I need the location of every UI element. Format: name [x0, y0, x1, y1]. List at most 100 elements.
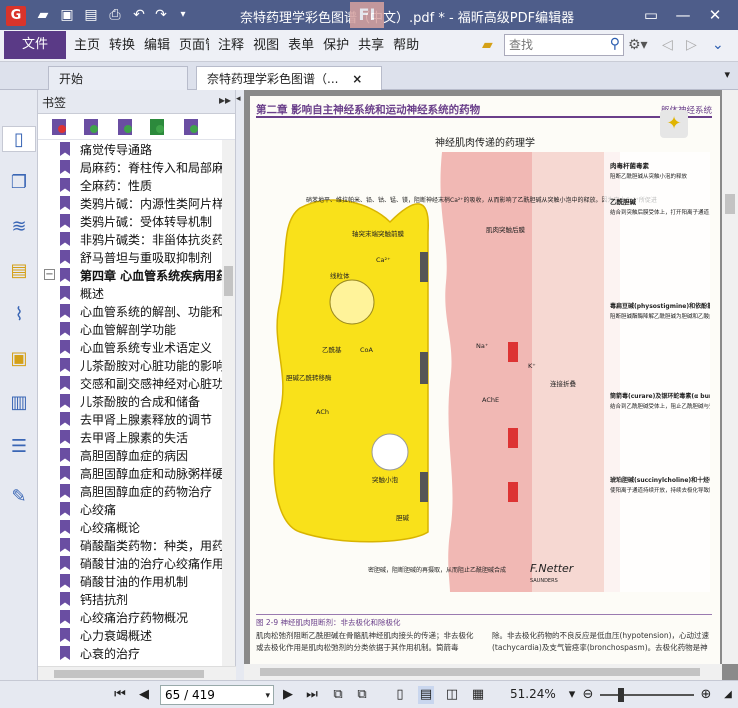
content-icon[interactable]: ☰: [6, 434, 32, 460]
add-bookmark-icon[interactable]: [84, 119, 98, 135]
bookmark-item[interactable]: 心绞痛概论: [38, 518, 223, 536]
minimize-icon[interactable]: —: [672, 4, 694, 26]
zoom-dropdown-icon[interactable]: ▾: [564, 686, 580, 704]
bookmark-item[interactable]: 硝酸酯类药物：种类，用药: [38, 536, 223, 554]
bookmark-item[interactable]: 硝酸甘油的作用机制: [38, 572, 223, 590]
document-hscroll-thumb[interactable]: [260, 668, 700, 676]
bookmark-hscroll-thumb[interactable]: [54, 670, 204, 678]
bookmark-item[interactable]: 心绞痛治疗药物概况: [38, 608, 223, 626]
search-icon[interactable]: ⚲: [610, 36, 620, 52]
first-page-icon[interactable]: ⏮: [112, 686, 128, 704]
continuous-view-icon[interactable]: ▤: [418, 686, 434, 704]
bookmark-item[interactable]: 类鸦片碱：内源性类阿片样: [38, 194, 223, 212]
save-icon[interactable]: ▣: [58, 6, 76, 24]
zoom-in-icon[interactable]: ⊕: [698, 686, 714, 704]
save-as-icon[interactable]: ▤: [82, 6, 100, 24]
bookmark-item[interactable]: 类鸦片碱：受体转导机制: [38, 212, 223, 230]
next-page-icon[interactable]: ▶: [280, 686, 296, 704]
bookmark-item[interactable]: 心绞痛: [38, 500, 223, 518]
layers-icon[interactable]: ≋: [6, 214, 32, 240]
bookmark-item[interactable]: 心血管系统专业术语定义: [38, 338, 223, 356]
two-page-continuous-icon[interactable]: ▦: [470, 686, 486, 704]
delete-bookmark-icon[interactable]: [52, 119, 66, 135]
bookmark-item[interactable]: − 第四章 心血管系统疾病用药: [38, 266, 223, 284]
bookmark-item[interactable]: 钙拮抗剂: [38, 590, 223, 608]
zoom-out-icon[interactable]: ⊖: [580, 686, 596, 704]
bookmark-panel-icon[interactable]: ▯: [2, 126, 36, 152]
bookmark-item[interactable]: 心衰的治疗: [38, 644, 223, 660]
menu-home[interactable]: 主页: [74, 30, 100, 62]
menu-protect[interactable]: 保护: [323, 30, 349, 62]
bookmark-expand-icon[interactable]: −: [44, 269, 55, 280]
document-horizontal-scrollbar[interactable]: [244, 664, 722, 680]
bookmark-vertical-scrollbar[interactable]: [222, 140, 235, 666]
expand-bookmark-icon[interactable]: [118, 119, 132, 135]
panel-splitter[interactable]: ◂: [236, 90, 244, 680]
nav-back-icon[interactable]: ◁: [662, 37, 673, 53]
bookmark-item[interactable]: 硝酸甘油的治疗心绞痛作用: [38, 554, 223, 572]
bookmark-item[interactable]: 儿茶酚胺的合成和储备: [38, 392, 223, 410]
bookmark-item[interactable]: 心血管系统的解剖、功能和: [38, 302, 223, 320]
bookmark-item[interactable]: 全麻药：性质: [38, 176, 223, 194]
menu-form[interactable]: 表单: [288, 30, 314, 62]
bookmark-options-icon[interactable]: [184, 119, 198, 135]
tab-list-dropdown-icon[interactable]: ▾: [724, 68, 730, 81]
nav-forward-icon[interactable]: ▷: [686, 37, 697, 53]
new-child-bookmark-icon[interactable]: [150, 119, 164, 135]
next-view-icon[interactable]: ⧉: [354, 686, 370, 704]
app-logo-icon[interactable]: G: [6, 6, 26, 26]
menu-share[interactable]: 共享: [358, 30, 384, 62]
previous-page-icon[interactable]: ◀: [136, 686, 152, 704]
undo-icon[interactable]: ↶: [130, 6, 148, 24]
menu-help[interactable]: 帮助: [393, 30, 419, 62]
attachments-icon[interactable]: ⌇: [6, 302, 32, 328]
menu-convert[interactable]: 转换: [109, 30, 135, 62]
document-properties-icon[interactable]: ▥: [6, 390, 32, 416]
customize-dropdown-icon[interactable]: ▾: [174, 6, 192, 24]
bookmark-item[interactable]: 舒马普坦与重吸取抑制剂: [38, 248, 223, 266]
bookmark-item[interactable]: 交感和副交感神经对心脏功: [38, 374, 223, 392]
bookmark-item[interactable]: 痛觉传导通路: [38, 140, 223, 158]
menu-annotate[interactable]: 注释: [218, 30, 244, 62]
menu-edit[interactable]: 编辑: [144, 30, 170, 62]
bookmark-horizontal-scrollbar[interactable]: [38, 666, 236, 680]
bookmark-item[interactable]: 儿茶酚胺对心脏功能的影响: [38, 356, 223, 374]
bookmark-item[interactable]: 高胆固醇血症的药物治疗: [38, 482, 223, 500]
bookmark-item[interactable]: 心力衰竭概述: [38, 626, 223, 644]
collapse-panel-icon[interactable]: ▸▸: [219, 93, 231, 107]
previous-view-icon[interactable]: ⧉: [330, 686, 346, 704]
page-thumbnails-icon[interactable]: ❐: [6, 170, 32, 196]
bookmark-item[interactable]: 非鸦片碱类：非甾体抗炎药: [38, 230, 223, 248]
bookmark-scroll-thumb[interactable]: [224, 266, 233, 296]
two-page-view-icon[interactable]: ◫: [444, 686, 460, 704]
file-menu-button[interactable]: 文件: [4, 31, 66, 59]
document-vertical-scrollbar[interactable]: [722, 90, 738, 664]
find-folder-icon[interactable]: ▰: [482, 37, 493, 53]
bookmark-item[interactable]: 概述: [38, 284, 223, 302]
bookmark-item[interactable]: 去甲肾上腺素释放的调节: [38, 410, 223, 428]
menu-page-manage[interactable]: 页面管理: [179, 30, 209, 62]
signature-icon[interactable]: ✎: [6, 484, 32, 510]
redo-icon[interactable]: ↷: [152, 6, 170, 24]
bookmark-item[interactable]: 高胆固醇血症的病因: [38, 446, 223, 464]
open-folder-icon[interactable]: ▰: [34, 6, 52, 24]
menu-view[interactable]: 视图: [253, 30, 279, 62]
bookmark-item[interactable]: 高胆固醇血症和动脉粥样硬: [38, 464, 223, 482]
last-page-icon[interactable]: ⏭: [304, 686, 320, 704]
zoom-slider[interactable]: [600, 688, 694, 702]
page-number-input[interactable]: [161, 686, 257, 704]
document-scroll-thumb[interactable]: [725, 194, 735, 214]
restore-icon[interactable]: ▭: [640, 4, 662, 26]
print-icon[interactable]: ⎙: [106, 6, 124, 24]
security-lock-icon[interactable]: ▣: [6, 346, 32, 372]
single-page-view-icon[interactable]: ▯: [392, 686, 408, 704]
comments-icon[interactable]: ▤: [6, 258, 32, 284]
zoom-slider-knob[interactable]: [618, 688, 624, 702]
page-dropdown-icon[interactable]: ▾: [265, 687, 270, 705]
resize-grip-icon[interactable]: ◢: [720, 686, 736, 704]
search-input[interactable]: [505, 35, 601, 55]
collapse-ribbon-icon[interactable]: ⌄: [712, 37, 724, 53]
tab-close-icon[interactable]: ×: [352, 72, 362, 86]
tip-lightbulb-icon[interactable]: ✦: [660, 110, 688, 138]
bookmark-item[interactable]: 心血管解剖学功能: [38, 320, 223, 338]
